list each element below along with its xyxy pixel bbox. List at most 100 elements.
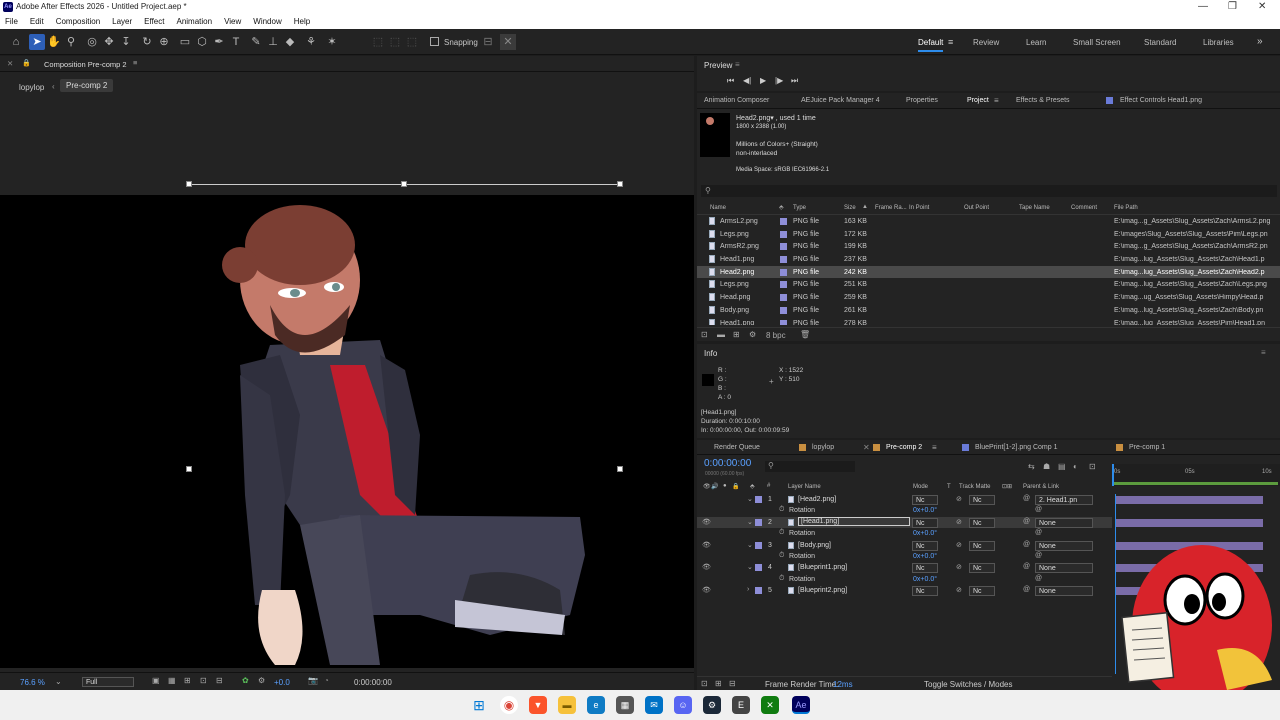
pickwhip-icon[interactable]: @ [1023, 495, 1030, 502]
bbox-handle-right[interactable] [617, 466, 623, 472]
mode-dropdown[interactable]: Nc [912, 540, 938, 551]
align3-icon[interactable]: ⬚ [404, 34, 420, 50]
expression-icon[interactable]: @ [1035, 552, 1042, 559]
layer-name[interactable]: [Body.png] [798, 542, 831, 549]
project-row[interactable]: ArmsL2.png PNG file 163 KB E:\imag...g_Asse… [697, 215, 1280, 228]
project-settings-icon[interactable]: ⚙ [749, 330, 756, 339]
time-ruler[interactable]: 0s 05s 10s [1112, 464, 1280, 486]
bbox-handle-tc[interactable] [401, 181, 407, 187]
puppet-tool-icon[interactable]: ✶ [324, 34, 340, 50]
col-name[interactable]: Name [710, 205, 726, 211]
trackmatte-dropdown[interactable]: Nc [969, 495, 995, 505]
pickwhip-icon[interactable]: @ [1023, 586, 1030, 593]
after-effects-taskbar-icon[interactable]: Ae [792, 696, 810, 714]
interpret-footage-icon[interactable]: ⊡ [701, 330, 708, 339]
layer-name[interactable]: [Head2.png] [798, 496, 836, 503]
chrome-icon[interactable]: ◉ [500, 696, 518, 714]
timeline-menu-icon[interactable]: ≡ [932, 443, 937, 452]
rectangle-tool-icon[interactable]: ▭ [177, 34, 193, 50]
tab-effect-controls-head1-png[interactable]: Effect Controls Head1.png [1120, 97, 1202, 104]
visibility-eye-icon[interactable]: 👁 [702, 586, 711, 594]
composition-viewer[interactable] [0, 195, 694, 668]
timeline-timecode[interactable]: 0:00:00:00 [704, 458, 751, 469]
hand-tool-icon[interactable]: ✋ [46, 34, 62, 50]
maximize-icon[interactable]: ❐ [1228, 1, 1237, 12]
close-tab-icon[interactable]: ✕ [863, 443, 870, 452]
snapshot-icon[interactable]: 📷 [308, 676, 318, 685]
toggle-switches-modes[interactable]: Toggle Switches / Modes [924, 680, 1013, 689]
layer-label-swatch[interactable] [755, 541, 762, 549]
bpc-label[interactable]: 8 bpc [766, 331, 786, 340]
align2-icon[interactable]: ⬚ [387, 34, 403, 50]
lock-icon[interactable]: 🔒 [22, 59, 36, 69]
rotation-value[interactable]: 0x+0.0° [913, 553, 937, 560]
next-frame-icon[interactable]: |▶ [775, 76, 783, 85]
close-icon[interactable]: ✕ [1258, 1, 1266, 12]
pan-behind-icon[interactable]: ⊕ [156, 34, 172, 50]
motion-blur-icon[interactable]: ◐ [1073, 462, 1078, 471]
layer-duration-bar[interactable] [1115, 518, 1263, 527]
timeline-tab-render-queue[interactable]: Render Queue [714, 444, 760, 451]
col-tape-name[interactable]: Tape Name [1019, 205, 1050, 211]
layer-duration-bar[interactable] [1115, 496, 1263, 504]
menu-file[interactable]: File [5, 17, 18, 26]
label-swatch[interactable] [780, 294, 787, 302]
tab-project[interactable]: Project [967, 97, 989, 104]
parent-dropdown[interactable]: None [1035, 563, 1093, 574]
menu-layer[interactable]: Layer [112, 17, 132, 26]
collapse-chevron-icon[interactable]: › [747, 586, 749, 593]
project-row[interactable]: Body.png PNG file 261 KB E:\imag...lug_Asse… [697, 304, 1280, 317]
pan-camera-icon[interactable]: ✥ [101, 34, 117, 50]
type-tool-icon[interactable]: T [228, 34, 244, 50]
expand-chevron-icon[interactable]: ⌄ [747, 541, 753, 549]
trackmatte-link-icon[interactable]: ⊘ [956, 541, 962, 549]
tab-animation-composer[interactable]: Animation Composer [704, 97, 769, 104]
expression-icon[interactable]: @ [1035, 575, 1042, 582]
zoom-dropdown-icon[interactable]: ⌄ [55, 677, 62, 686]
exposure-value[interactable]: +0.0 [274, 678, 290, 687]
expand-chevron-icon[interactable]: ⌄ [747, 563, 753, 571]
col-type[interactable]: Type [793, 205, 806, 211]
rotation-value[interactable]: 0x+0.0° [913, 576, 937, 583]
label-swatch[interactable] [780, 319, 787, 325]
last-frame-icon[interactable]: ⏭ [791, 76, 798, 86]
viewer-timecode[interactable]: 0:00:00:00 [354, 678, 392, 687]
layer-name[interactable]: [Blueprint2.png] [798, 587, 847, 594]
pickwhip-icon[interactable]: @ [1023, 541, 1030, 548]
tab-properties[interactable]: Properties [906, 97, 938, 104]
windows-start-icon[interactable]: ⊞ [470, 696, 488, 714]
expand-chevron-icon[interactable]: ⌄ [747, 518, 753, 526]
expand-chevron-icon[interactable]: ⌄ [747, 495, 753, 503]
layer-label-swatch[interactable] [755, 496, 762, 503]
steam-icon[interactable]: ⚙ [703, 696, 721, 714]
brush-tool-icon[interactable]: ✎ [248, 34, 264, 50]
workspace-libraries[interactable]: Libraries [1203, 38, 1234, 47]
project-menu-icon[interactable]: ≡ [994, 96, 999, 105]
workspace-menu-icon[interactable]: ≡ [948, 37, 953, 47]
trackmatte-dropdown[interactable]: Nc [969, 586, 995, 597]
parent-dropdown[interactable]: None [1035, 540, 1093, 551]
menu-view[interactable]: View [224, 17, 241, 26]
epic-games-icon[interactable]: E [732, 696, 750, 714]
project-row[interactable]: Head.png PNG file 259 KB E:\imag...ug_Asset… [697, 291, 1280, 304]
prev-frame-icon[interactable]: ◀| [743, 76, 751, 85]
work-area-bar[interactable] [1112, 482, 1278, 485]
mode-dropdown[interactable]: Nc [912, 586, 938, 597]
timeline-layer-row[interactable]: 👁 ⌄ 4 [Blueprint1.png] Nc ⊘ Nc @ None [697, 562, 1112, 574]
menu-animation[interactable]: Animation [176, 17, 212, 26]
timeline-layer-row[interactable]: 👁 › 5 [Blueprint2.png] Nc ⊘ Nc @ None [697, 585, 1112, 597]
color-channel-icon[interactable]: ✿ [242, 676, 249, 685]
trackmatte-dropdown[interactable]: Nc [969, 517, 995, 528]
xbox-icon[interactable]: ✕ [761, 696, 779, 714]
col-comment[interactable]: Comment [1071, 205, 1097, 211]
label-swatch[interactable] [780, 230, 787, 238]
trackmatte-link-icon[interactable]: ⊘ [956, 563, 962, 571]
guides-icon[interactable]: ⊡ [200, 676, 207, 685]
trackmatte-link-icon[interactable]: ⊘ [956, 495, 962, 503]
project-row[interactable]: Legs.png PNG file 172 KB E:\images\Slug_Ass… [697, 228, 1280, 241]
orbit-camera-icon[interactable]: ◎ [84, 34, 100, 50]
trackmatte-dropdown[interactable]: Nc [969, 563, 995, 574]
pickwhip-icon[interactable]: @ [1023, 563, 1030, 570]
menu-composition[interactable]: Composition [56, 17, 100, 26]
trackmatte-dropdown[interactable]: Nc [969, 540, 995, 551]
